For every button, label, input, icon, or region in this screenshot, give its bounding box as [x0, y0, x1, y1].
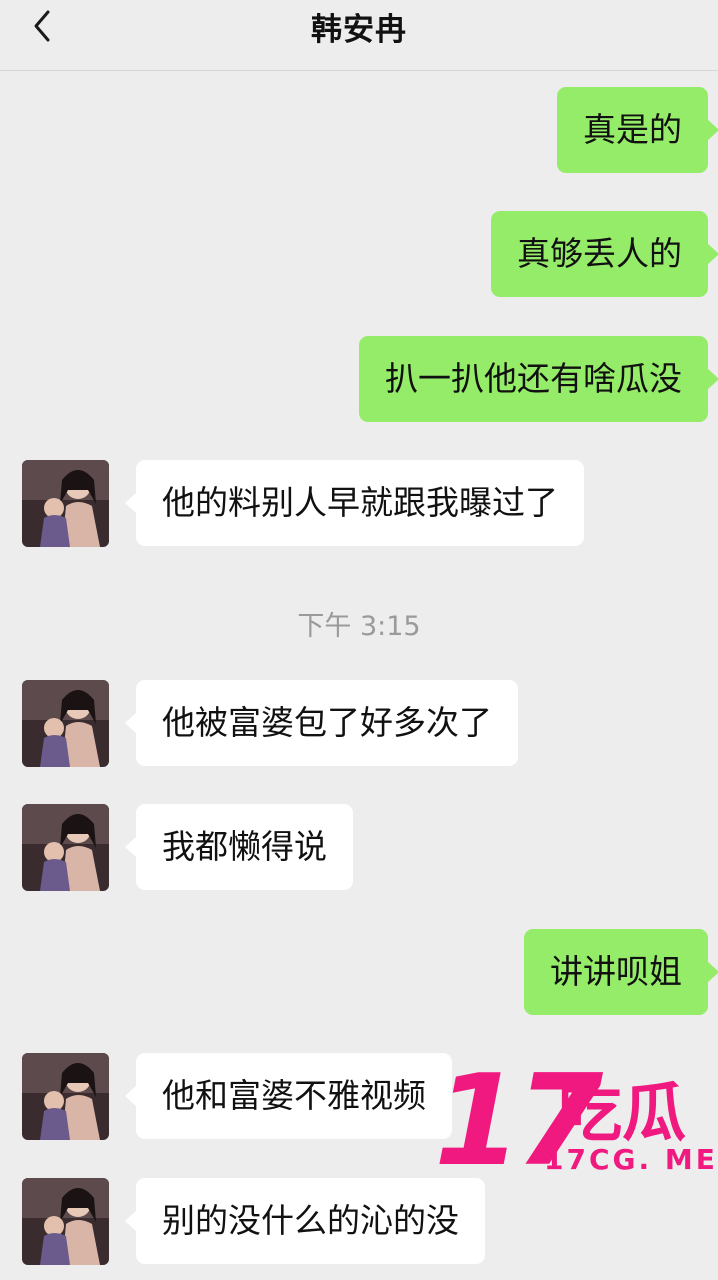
chat-title: 韩安冉: [311, 12, 407, 48]
message-sent-bubble[interactable]: 真够丢人的: [491, 211, 718, 297]
timestamp: 下午 3:15: [297, 611, 421, 642]
message-sent-bubble[interactable]: 讲讲呗姐: [524, 929, 718, 1015]
avatar[interactable]: [22, 680, 109, 767]
message-sent-bubble[interactable]: 扒一扒他还有啥瓜没: [359, 336, 718, 422]
avatar[interactable]: [22, 460, 109, 547]
watermark-url: 17CG. ME: [544, 1143, 718, 1176]
message-received-bubble[interactable]: 他和富婆不雅视频: [125, 1053, 452, 1139]
message-received-bubble[interactable]: 我都懒得说: [125, 804, 353, 890]
avatar-photo-icon: [22, 1178, 109, 1265]
avatar-photo-icon: [22, 1053, 109, 1140]
message-sent-bubble[interactable]: 真是的: [557, 87, 718, 173]
avatar[interactable]: [22, 1178, 109, 1265]
watermark-chinese: 吃瓜: [558, 1077, 686, 1151]
message-received-bubble[interactable]: 别的没什么的沁的没: [125, 1178, 485, 1264]
avatar-photo-icon: [22, 804, 109, 891]
avatar-photo-icon: [22, 460, 109, 547]
avatar-photo-icon: [22, 680, 109, 767]
avatar[interactable]: [22, 804, 109, 891]
avatar[interactable]: [22, 1053, 109, 1140]
message-received-bubble[interactable]: 他被富婆包了好多次了: [125, 680, 518, 766]
chat-header: 韩安冉: [0, 0, 718, 71]
message-received-bubble[interactable]: 他的料别人早就跟我曝过了: [125, 460, 584, 546]
